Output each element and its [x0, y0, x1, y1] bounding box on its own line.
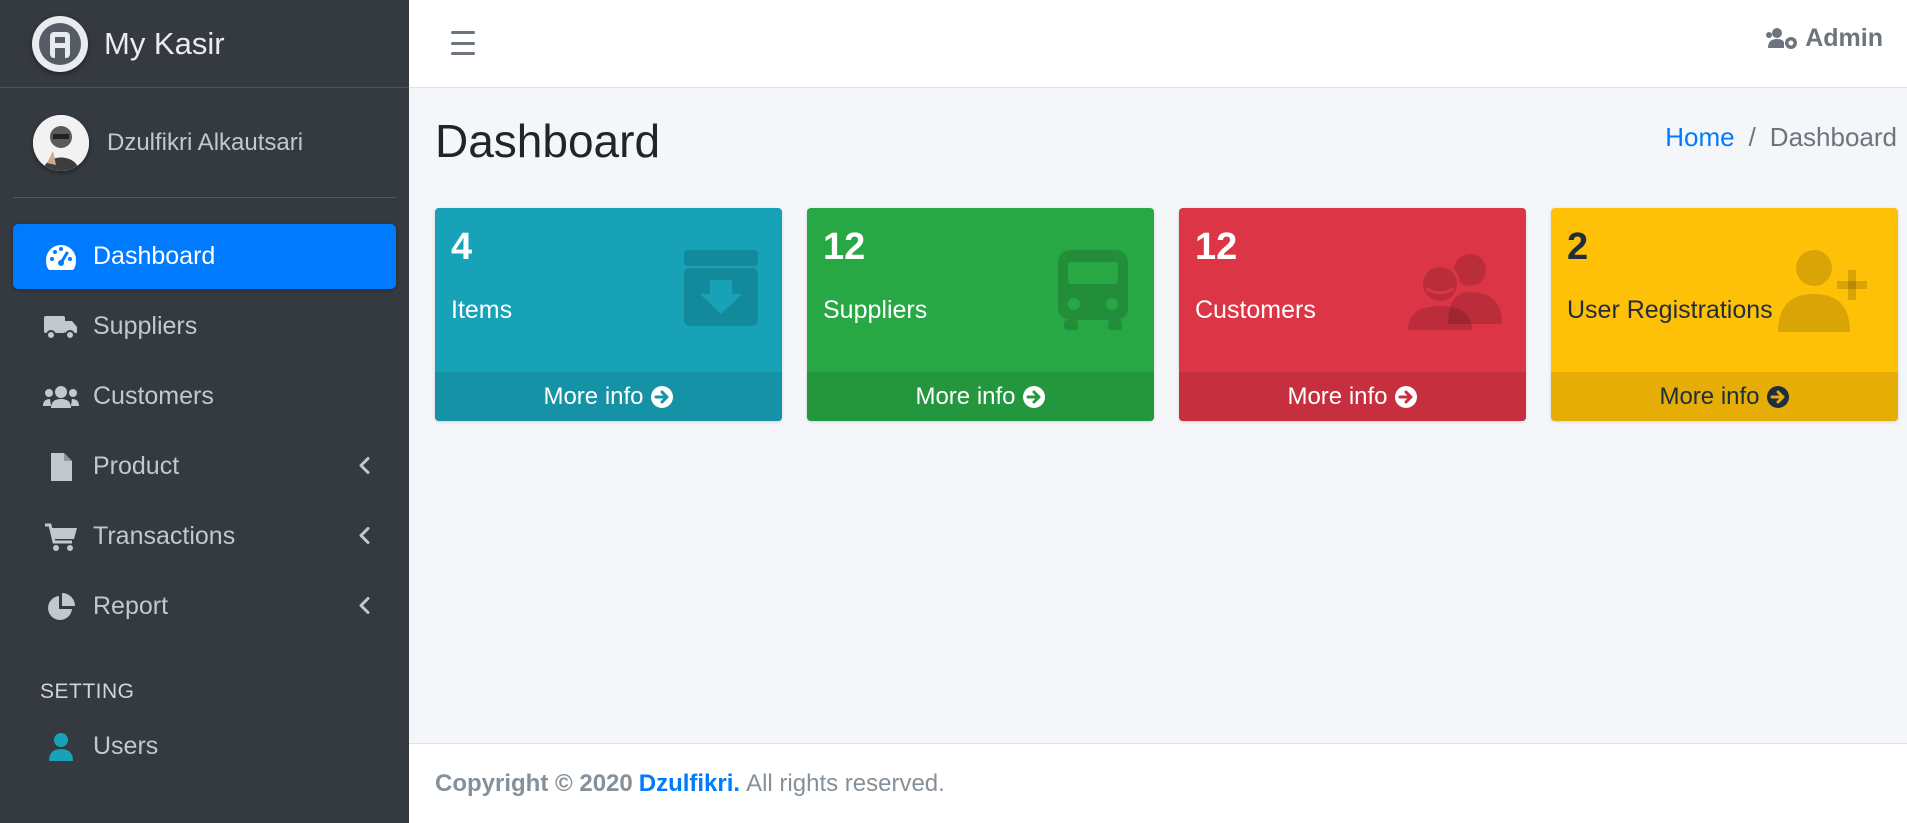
sidebar-item-dashboard[interactable]: Dashboard [13, 224, 396, 289]
stat-value: 2 [1567, 226, 1589, 268]
file-icon [43, 449, 79, 485]
arrow-circle-right-icon [1766, 385, 1790, 409]
stat-value: 4 [451, 226, 473, 268]
main-footer: Copyright © 2020 Dzulfikri. All rights r… [409, 743, 1907, 823]
sidebar-item-label: Report [93, 592, 169, 620]
pie-chart-icon [43, 589, 79, 625]
more-info-link[interactable]: More info [1179, 372, 1526, 421]
user-plus-icon [1776, 248, 1876, 337]
menu-toggle-icon[interactable] [447, 28, 479, 58]
more-info-label: More info [915, 382, 1016, 410]
stat-box-user-registrations: 2 User Registrations More info [1551, 208, 1898, 421]
more-info-label: More info [543, 382, 644, 410]
users-icon [43, 379, 79, 415]
sidebar-item-suppliers[interactable]: Suppliers [13, 294, 396, 359]
sidebar-item-label: Users [93, 732, 159, 760]
user-friends-icon [1404, 248, 1504, 335]
content-wrapper: Dashboard Home / Dashboard 4 Items More … [409, 88, 1907, 743]
arrow-circle-right-icon [650, 385, 674, 409]
breadcrumb-home-link[interactable]: Home [1665, 122, 1734, 153]
users-cog-icon [1765, 26, 1799, 52]
sidebar-item-label: Product [93, 452, 180, 480]
rights-text: All rights reserved. [746, 769, 945, 797]
breadcrumb: Home / Dashboard [1665, 122, 1897, 153]
avatar [33, 114, 89, 171]
stat-box-customers: 12 Customers More info [1179, 208, 1526, 421]
page-title: Dashboard [435, 115, 661, 167]
sidebar-item-label: Customers [93, 382, 214, 410]
top-navbar: Admin [409, 0, 1907, 88]
stat-value: 12 [823, 226, 866, 268]
sidebar-item-label: Suppliers [93, 312, 198, 340]
sidebar-item-users[interactable]: Users [13, 714, 396, 779]
chevron-left-icon[interactable] [358, 522, 370, 551]
more-info-label: More info [1287, 382, 1388, 410]
sidebar-item-customers[interactable]: Customers [13, 364, 396, 429]
stat-boxes: 4 Items More info 12 Suppliers More info [435, 208, 1898, 421]
sidebar-item-report[interactable]: Report [13, 574, 396, 639]
sidebar: My Kasir Dzulfikri Alkautsari Dashboard [0, 0, 409, 823]
brand-link[interactable]: My Kasir [0, 0, 409, 88]
user-name: Dzulfikri Alkautsari [107, 128, 304, 156]
breadcrumb-separator: / [1748, 122, 1756, 152]
sidebar-section-header: SETTING [40, 680, 135, 703]
brand-logo-icon [32, 15, 88, 72]
truck-icon [43, 309, 79, 345]
stat-label: Items [451, 296, 513, 324]
user-menu-label: Admin [1805, 24, 1883, 52]
stat-value: 12 [1195, 226, 1238, 268]
sidebar-item-label: Transactions [93, 522, 236, 550]
more-info-label: More info [1659, 382, 1760, 410]
shopping-cart-icon [43, 519, 79, 555]
sidebar-item-product[interactable]: Product [13, 434, 396, 499]
archive-icon [682, 248, 760, 333]
user-panel[interactable]: Dzulfikri Alkautsari [13, 88, 396, 198]
chevron-left-icon[interactable] [358, 592, 370, 621]
more-info-link[interactable]: More info [435, 372, 782, 421]
user-menu[interactable]: Admin [1765, 24, 1883, 53]
stat-label: Suppliers [823, 296, 928, 324]
tachometer-icon [43, 239, 79, 275]
stat-box-items: 4 Items More info [435, 208, 782, 421]
more-info-link[interactable]: More info [1551, 372, 1898, 421]
author-link[interactable]: Dzulfikri. [639, 770, 740, 798]
sidebar-item-transactions[interactable]: Transactions [13, 504, 396, 569]
breadcrumb-current: Dashboard [1769, 122, 1897, 152]
stat-label: Customers [1195, 296, 1316, 324]
sidebar-nav: Dashboard Suppliers Customers Product Tr… [0, 198, 409, 779]
user-icon [43, 729, 79, 765]
chevron-left-icon[interactable] [358, 452, 370, 481]
stat-label: User Registrations [1567, 296, 1773, 324]
brand-name: My Kasir [104, 25, 225, 61]
arrow-circle-right-icon [1022, 385, 1046, 409]
more-info-link[interactable]: More info [807, 372, 1154, 421]
arrow-circle-right-icon [1394, 385, 1418, 409]
bus-icon [1054, 248, 1132, 337]
sidebar-item-label: Dashboard [93, 242, 216, 270]
copyright-text: Copyright © 2020 [435, 769, 633, 797]
stat-box-suppliers: 12 Suppliers More info [807, 208, 1154, 421]
